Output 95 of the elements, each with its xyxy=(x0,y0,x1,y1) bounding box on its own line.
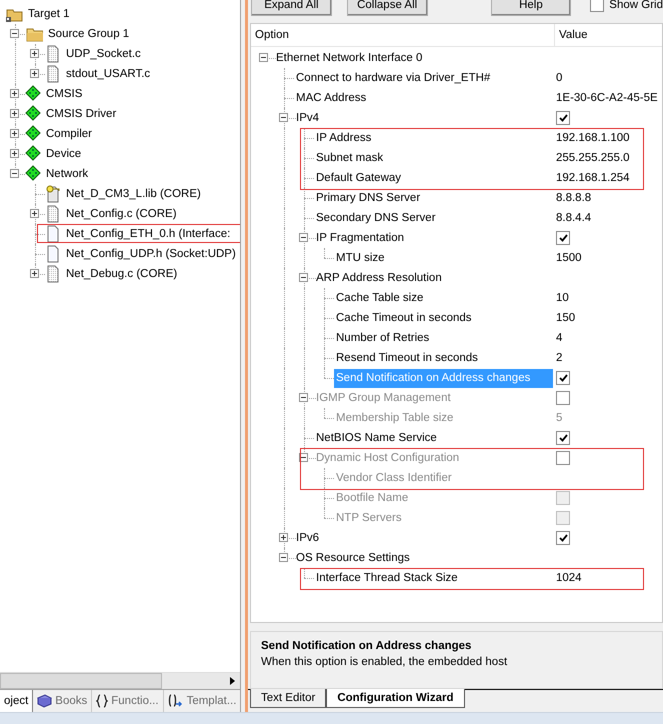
help-text: When this option is enabled, the embedded host xyxy=(261,656,508,668)
expand-toggle[interactable] xyxy=(10,109,19,118)
collapse-toggle[interactable] xyxy=(10,29,19,38)
option-label[interactable]: IP Fragmentation xyxy=(314,228,408,248)
option-label[interactable]: OS Resource Settings xyxy=(294,548,413,568)
checkbox[interactable] xyxy=(556,111,570,125)
expand-toggle[interactable] xyxy=(30,69,39,78)
tree-item[interactable]: CMSIS Driver xyxy=(46,108,116,120)
option-value[interactable]: 8.8.8.8 xyxy=(556,192,592,204)
expand-toggle[interactable] xyxy=(279,533,288,542)
editor-tab[interactable]: Configuration Wizard xyxy=(326,689,464,708)
option-label[interactable]: Interface Thread Stack Size xyxy=(314,568,461,588)
tree-item[interactable]: Net_Config.c (CORE) xyxy=(66,208,177,220)
diamond-icon xyxy=(25,85,41,103)
checkbox[interactable] xyxy=(556,231,570,245)
tree-item[interactable]: Net_D_CM3_L.lib (CORE) xyxy=(66,188,201,200)
option-value[interactable]: 1E-30-6C-A2-45-5E xyxy=(556,92,658,104)
file-icon xyxy=(45,45,61,63)
column-header[interactable]: Value xyxy=(559,29,588,41)
option-label[interactable]: IPv6 xyxy=(294,528,322,548)
expand-toggle[interactable] xyxy=(30,49,39,58)
option-label[interactable]: Default Gateway xyxy=(314,168,404,188)
option-label[interactable]: Secondary DNS Server xyxy=(314,208,439,228)
scrollbar-thumb[interactable] xyxy=(0,673,162,689)
option-value[interactable]: 255.255.255.0 xyxy=(556,152,630,164)
option-value[interactable]: 192.168.1.100 xyxy=(556,132,630,144)
tree-item[interactable]: UDP_Socket.c xyxy=(66,48,141,60)
option-value[interactable]: 4 xyxy=(556,332,562,344)
panel-tab[interactable]: oject xyxy=(0,690,34,712)
option-value[interactable]: 0 xyxy=(556,72,562,84)
option-label[interactable]: IP Address xyxy=(314,128,374,148)
option-value[interactable]: 150 xyxy=(556,312,576,324)
expand-toggle[interactable] xyxy=(30,269,39,278)
tree-item[interactable]: Network xyxy=(46,168,88,180)
option-label[interactable]: Connect to hardware via Driver_ETH# xyxy=(294,68,494,88)
option-value[interactable]: 2 xyxy=(556,352,562,364)
editor-tab[interactable]: Text Editor xyxy=(250,689,326,708)
checkbox[interactable] xyxy=(590,0,604,12)
option-label[interactable]: IPv4 xyxy=(294,108,322,128)
tree-item[interactable]: Net_Config_ETH_0.h (Interface: xyxy=(66,228,230,240)
diamond-icon xyxy=(25,105,41,123)
option-label[interactable]: Primary DNS Server xyxy=(314,188,424,208)
file-icon xyxy=(45,205,61,223)
file-icon xyxy=(45,265,61,283)
checkbox[interactable] xyxy=(556,371,570,385)
option-label[interactable]: Cache Timeout in seconds xyxy=(334,308,475,328)
checkbox[interactable] xyxy=(556,431,570,445)
option-label[interactable]: NetBIOS Name Service xyxy=(314,428,440,448)
option-label[interactable]: Cache Table size xyxy=(334,288,426,308)
column-header[interactable]: Option xyxy=(255,29,289,41)
checkbox-label[interactable]: Show Grid xyxy=(609,0,663,11)
tree-item[interactable]: Net_Config_UDP.h (Socket:UDP) xyxy=(66,248,236,260)
file-icon xyxy=(45,245,61,263)
collapse-toggle[interactable] xyxy=(299,233,308,242)
tree-item[interactable]: Device xyxy=(46,148,82,160)
option-value[interactable]: 192.168.1.254 xyxy=(556,172,630,184)
tree-item[interactable]: Net_Debug.c (CORE) xyxy=(66,268,178,280)
file-icon xyxy=(45,225,61,243)
collapse-toggle[interactable] xyxy=(10,169,19,178)
collapse-toggle[interactable] xyxy=(279,553,288,562)
option-label[interactable]: Resend Timeout in seconds xyxy=(334,348,481,368)
tree-item[interactable]: stdout_USART.c xyxy=(66,68,150,80)
toolbar-button[interactable]: Help xyxy=(490,0,572,16)
template-icon xyxy=(168,694,184,708)
option-value[interactable]: 10 xyxy=(556,292,569,304)
expand-toggle[interactable] xyxy=(10,149,19,158)
option-label[interactable]: Ethernet Network Interface 0 xyxy=(274,48,426,68)
option-label[interactable]: ARP Address Resolution xyxy=(314,268,445,288)
collapse-toggle[interactable] xyxy=(299,273,308,282)
toolbar-button[interactable]: Expand All xyxy=(251,0,332,16)
diamond-icon xyxy=(25,165,41,183)
diamond-icon xyxy=(25,125,41,143)
expand-toggle[interactable] xyxy=(10,89,19,98)
option-value[interactable]: 1500 xyxy=(556,252,582,264)
tree-item[interactable]: Target 1 xyxy=(28,8,70,20)
expand-toggle[interactable] xyxy=(30,209,39,218)
option-label[interactable]: MAC Address xyxy=(294,88,370,108)
option-label[interactable]: Subnet mask xyxy=(314,148,386,168)
toolbar-button[interactable]: Collapse All xyxy=(346,0,428,16)
file-key-icon xyxy=(45,185,61,203)
tree-item[interactable]: Source Group 1 xyxy=(48,28,130,40)
file-icon xyxy=(45,65,61,83)
collapse-toggle[interactable] xyxy=(279,113,288,122)
checkbox[interactable] xyxy=(556,531,570,545)
help-title: Send Notification on Address changes xyxy=(261,640,472,652)
option-label[interactable]: Number of Retries xyxy=(334,328,432,348)
option-value[interactable]: 8.8.4.4 xyxy=(556,212,592,224)
tree-item[interactable]: CMSIS xyxy=(46,88,82,100)
diamond-icon xyxy=(25,145,41,163)
collapse-toggle[interactable] xyxy=(259,53,268,62)
braces-icon xyxy=(96,694,108,708)
option-value[interactable]: 1024 xyxy=(556,572,582,584)
option-label[interactable]: MTU size xyxy=(334,248,388,268)
tree-item[interactable]: Compiler xyxy=(46,128,92,140)
expand-toggle[interactable] xyxy=(10,129,19,138)
